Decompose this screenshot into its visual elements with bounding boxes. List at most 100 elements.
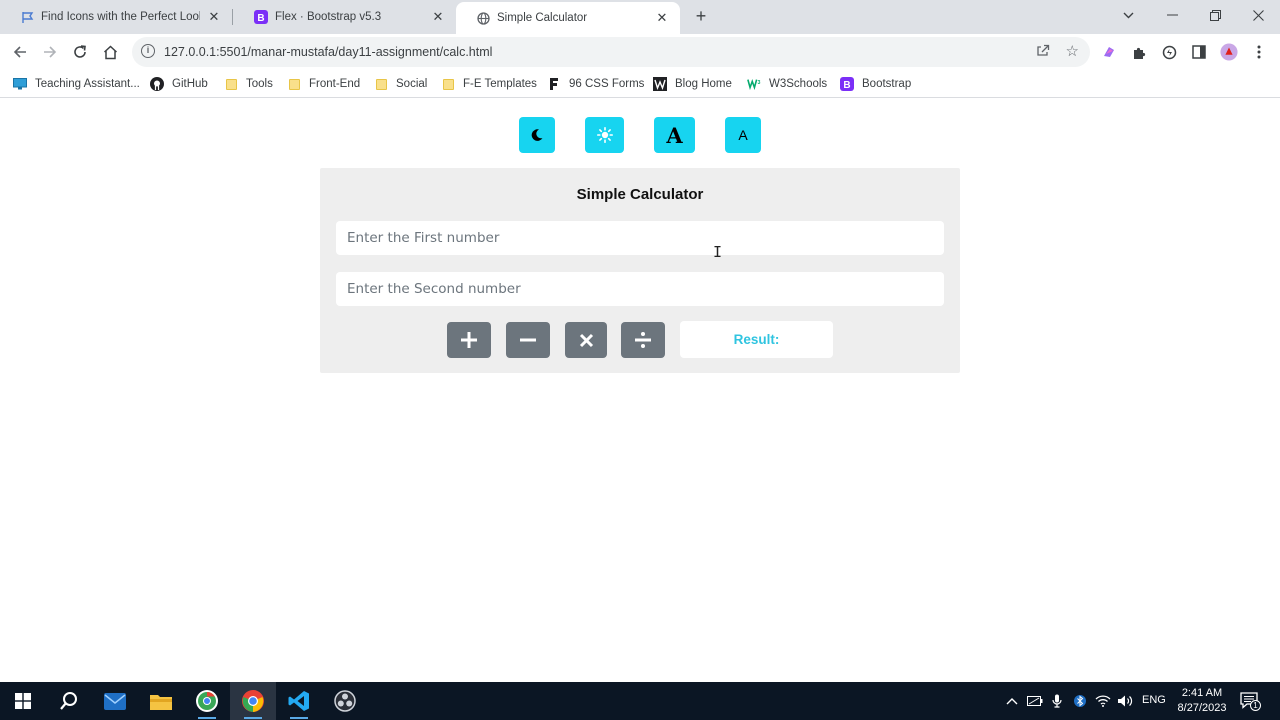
start-button[interactable] bbox=[0, 682, 46, 720]
close-icon[interactable]: ✕ bbox=[654, 10, 670, 26]
clock-time: 2:41 AM bbox=[1181, 687, 1223, 699]
microphone-icon[interactable] bbox=[1049, 693, 1065, 709]
mail-icon bbox=[104, 692, 126, 710]
share-icon[interactable] bbox=[1036, 43, 1050, 60]
github-icon bbox=[150, 77, 164, 91]
vscode-icon bbox=[288, 691, 309, 711]
bookmark-folder-tools[interactable]: Tools bbox=[224, 76, 273, 92]
second-number-input[interactable] bbox=[336, 272, 944, 306]
notification-center-button[interactable]: 1 bbox=[1238, 691, 1262, 711]
bookmark-w3schools[interactable]: 3 W3Schools bbox=[747, 76, 827, 92]
sun-icon bbox=[596, 127, 613, 143]
chrome-icon bbox=[196, 690, 218, 712]
taskbar-obs[interactable] bbox=[322, 682, 368, 720]
bookmark-teaching-assistant[interactable]: Teaching Assistant... bbox=[13, 76, 140, 92]
sync-icon[interactable] bbox=[1160, 43, 1178, 61]
folder-icon bbox=[374, 77, 388, 91]
bookmark-label: GitHub bbox=[172, 78, 208, 90]
bookmark-label: F-E Templates bbox=[463, 78, 537, 90]
calculator-panel: Simple Calculator Result: bbox=[320, 168, 960, 373]
bookmark-label: 96 CSS Forms bbox=[569, 78, 645, 90]
chrome-icon bbox=[242, 690, 264, 712]
browser-tab-strip: Find Icons with the Perfect Look ✕ B Fle… bbox=[0, 0, 1280, 34]
close-icon[interactable]: ✕ bbox=[206, 9, 222, 25]
bookmark-folder-fe-templates[interactable]: F-E Templates bbox=[441, 76, 537, 92]
bootstrap-icon: B bbox=[840, 77, 854, 91]
close-icon[interactable]: ✕ bbox=[430, 9, 446, 25]
w3-icon: 3 bbox=[747, 77, 761, 91]
back-button[interactable] bbox=[7, 39, 33, 65]
taskbar-file-explorer[interactable] bbox=[138, 682, 184, 720]
extensions-puzzle-icon[interactable] bbox=[1130, 43, 1148, 61]
restore-button[interactable] bbox=[1194, 0, 1236, 30]
first-number-input[interactable] bbox=[336, 221, 944, 255]
font-small-button[interactable]: A bbox=[725, 117, 761, 153]
tab-title: Find Icons with the Perfect Look bbox=[41, 11, 200, 23]
tab-simple-calculator[interactable]: Simple Calculator ✕ bbox=[456, 2, 680, 34]
monitor-icon bbox=[13, 77, 27, 91]
kebab-menu-icon[interactable] bbox=[1250, 43, 1268, 61]
search-button[interactable] bbox=[46, 682, 92, 720]
bookmark-96-css-forms[interactable]: 96 CSS Forms bbox=[547, 76, 644, 92]
new-tab-button[interactable]: + bbox=[692, 5, 710, 27]
wifi-icon[interactable] bbox=[1095, 693, 1111, 709]
close-window-button[interactable] bbox=[1237, 0, 1279, 30]
language-indicator[interactable]: ENG bbox=[1142, 694, 1166, 706]
extension-colorful-icon[interactable] bbox=[1100, 43, 1118, 61]
multiply-icon bbox=[579, 333, 593, 347]
taskbar-mail[interactable] bbox=[92, 682, 138, 720]
moon-icon bbox=[531, 129, 543, 141]
bookmark-folder-social[interactable]: Social bbox=[374, 76, 427, 92]
dark-mode-button[interactable] bbox=[519, 117, 555, 153]
tab-title: Flex · Bootstrap v5.3 bbox=[275, 11, 382, 23]
subtract-button[interactable] bbox=[506, 322, 550, 358]
notification-count-badge: 1 bbox=[1250, 700, 1261, 711]
divide-button[interactable] bbox=[621, 322, 665, 358]
taskbar-vscode[interactable] bbox=[276, 682, 322, 720]
bookmark-label: Blog Home bbox=[675, 78, 732, 90]
bootstrap-icon: B bbox=[254, 10, 268, 24]
minimize-button[interactable] bbox=[1151, 0, 1193, 30]
address-bar[interactable]: i 127.0.0.1:5501/manar-mustafa/day11-ass… bbox=[132, 37, 1090, 67]
info-icon[interactable]: i bbox=[141, 44, 155, 58]
bookmark-label: Tools bbox=[246, 78, 273, 90]
profile-avatar[interactable] bbox=[1220, 43, 1238, 61]
url-text[interactable]: 127.0.0.1:5501/manar-mustafa/day11-assig… bbox=[164, 45, 492, 59]
bookmark-label: Social bbox=[396, 78, 428, 90]
tab-title: Simple Calculator bbox=[497, 12, 588, 24]
tab-divider bbox=[232, 9, 233, 25]
tab-search-icon[interactable] bbox=[1107, 0, 1149, 30]
chevron-up-icon[interactable] bbox=[1004, 693, 1020, 709]
bookmark-star-icon[interactable]: ☆ bbox=[1066, 42, 1079, 60]
plus-icon bbox=[461, 332, 477, 348]
bluetooth-icon[interactable] bbox=[1072, 693, 1088, 709]
side-panel-icon[interactable] bbox=[1190, 43, 1208, 61]
bookmark-folder-front-end[interactable]: Front-End bbox=[287, 76, 360, 92]
folder-icon bbox=[224, 77, 238, 91]
bookmark-label: W3Schools bbox=[769, 78, 828, 90]
forward-button[interactable] bbox=[37, 39, 63, 65]
tab-flex-bootstrap[interactable]: B Flex · Bootstrap v5.3 ✕ bbox=[234, 0, 456, 34]
taskbar-chrome-profile[interactable] bbox=[184, 682, 230, 720]
reload-icon bbox=[74, 45, 86, 58]
font-large-button[interactable]: A bbox=[654, 117, 695, 153]
volume-icon[interactable] bbox=[1117, 693, 1133, 709]
bookmark-blog-home[interactable]: Blog Home bbox=[653, 76, 732, 92]
reload-button[interactable] bbox=[67, 39, 93, 65]
result-display: Result: bbox=[680, 321, 833, 358]
multiply-button[interactable] bbox=[565, 322, 607, 358]
search-icon bbox=[60, 692, 77, 710]
bookmark-github[interactable]: GitHub bbox=[150, 76, 208, 92]
taskbar-chrome[interactable] bbox=[230, 682, 276, 720]
system-clock[interactable]: 2:41 AM 8/27/2023 bbox=[1172, 686, 1232, 716]
tab-find-icons[interactable]: Find Icons with the Perfect Look ✕ bbox=[0, 0, 232, 34]
add-button[interactable] bbox=[447, 322, 491, 358]
arrow-right-icon bbox=[44, 46, 57, 58]
bookmarks-bar: Teaching Assistant... GitHub Tools Front… bbox=[0, 70, 1280, 98]
arrow-left-icon bbox=[13, 46, 26, 58]
light-mode-button[interactable] bbox=[585, 117, 624, 153]
bookmark-bootstrap[interactable]: B Bootstrap bbox=[840, 76, 911, 92]
home-button[interactable] bbox=[97, 39, 123, 65]
battery-icon[interactable] bbox=[1027, 693, 1043, 709]
globe-icon bbox=[476, 11, 490, 25]
